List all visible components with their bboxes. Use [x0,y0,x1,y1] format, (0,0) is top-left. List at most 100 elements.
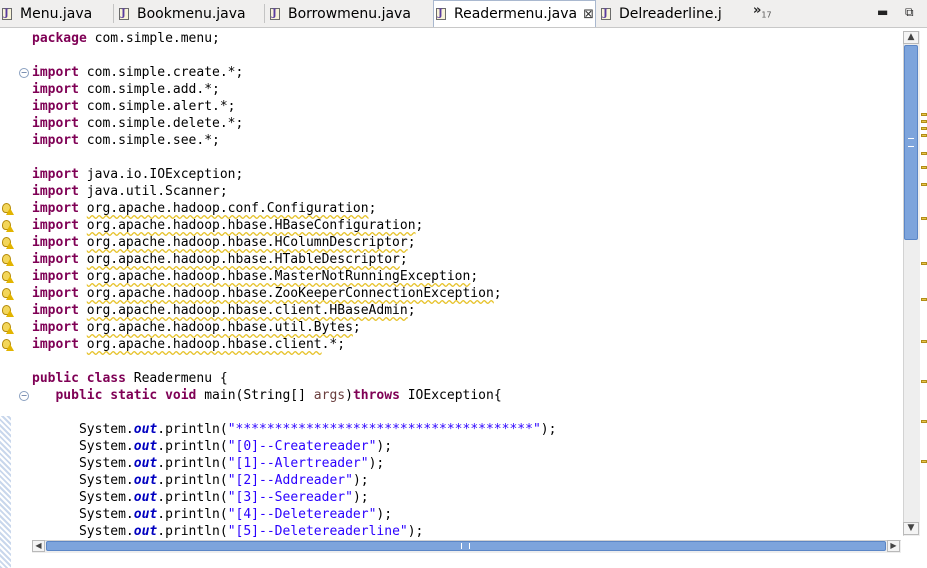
warning-lightbulb-icon[interactable] [1,254,14,266]
warning-marker[interactable] [921,460,927,463]
fold-collapse-icon[interactable]: − [19,68,29,78]
code-text: ); [376,507,393,522]
keyword: import [32,235,79,250]
warning-lightbulb-icon[interactable] [1,322,14,334]
code-editor[interactable]: package com.simple.menu; import com.simp… [32,30,902,540]
tab-delreaderline-java[interactable]: J Delreaderline.j [599,0,749,27]
tab-label: Borrowmenu.java [288,5,411,22]
code-text: java.io.IOException; [78,167,244,182]
grip-icon [908,138,914,147]
code-text: ); [407,524,424,539]
java-file-icon: J [2,7,14,21]
code-line: import org.apache.hadoop.hbase.HColumnDe… [32,234,416,251]
code-text: com.simple.see.*; [78,133,220,148]
code-line: import com.simple.create.*; [32,64,243,81]
code-text: System. [78,439,134,454]
scroll-right-icon[interactable]: ▶ [887,540,900,552]
code-text: System. [78,422,134,437]
warning-marker[interactable] [921,217,927,220]
code-line: import org.apache.hadoop.hbase.client.*; [32,336,345,353]
tab-overflow-button[interactable]: »17 [753,3,772,20]
code-text: .println( [157,422,228,437]
keyword: public [55,388,103,403]
unresolved-import: org.apache.hadoop.hbase.client [86,337,322,352]
close-tab-icon[interactable]: ⊠ [583,7,594,22]
warning-marker[interactable] [921,134,927,137]
warning-lightbulb-icon[interactable] [1,203,14,215]
keyword: class [86,371,126,386]
keyword: void [165,388,197,403]
tab-borrowmenu-java[interactable]: J Borrowmenu.java [268,0,428,27]
warning-marker[interactable] [921,420,927,423]
code-line: import org.apache.hadoop.hbase.HBaseConf… [32,217,423,234]
keyword: import [32,303,79,318]
editor-gutter [0,28,14,568]
tab-menu-java[interactable]: J Menu.java [0,0,111,27]
unresolved-import: org.apache.hadoop.hbase.util.Bytes [86,320,353,335]
overview-ruler[interactable] [920,28,927,540]
keyword: import [32,218,79,233]
code-text: ); [540,422,557,437]
warning-marker[interactable] [921,152,927,155]
keyword: import [32,167,79,182]
scroll-left-icon[interactable]: ◀ [32,540,45,552]
keyword: import [32,133,79,148]
code-line: System.out.println("[3]--Seereader"); [32,489,369,506]
code-line: import java.io.IOException; [32,166,243,183]
warning-lightbulb-icon[interactable] [1,288,14,300]
unresolved-import: org.apache.hadoop.hbase.ZooKeeperConnect… [86,286,494,301]
warning-lightbulb-icon[interactable] [1,271,14,283]
code-line: import org.apache.hadoop.hbase.ZooKeeper… [32,285,502,302]
code-text: com.simple.delete.*; [78,116,244,131]
code-line: import com.simple.add.*; [32,81,220,98]
code-line: import com.simple.see.*; [32,132,220,149]
code-text: ; [470,269,479,284]
string-literal: "[0]--Createreader" [227,439,377,454]
parameter: args [313,388,346,403]
string-literal: "[1]--Alertreader" [227,456,369,471]
minimize-button[interactable]: ▬ [877,5,888,19]
warning-marker[interactable] [921,262,927,265]
code-text: .*; [321,337,346,352]
warning-marker[interactable] [921,298,927,301]
warning-marker[interactable] [921,183,927,186]
static-field: out [133,422,158,437]
unresolved-import: org.apache.hadoop.hbase.client.HBaseAdmi… [86,303,408,318]
warning-marker[interactable] [921,127,927,130]
code-line: System.out.println("[0]--Createreader"); [32,438,392,455]
warning-lightbulb-icon[interactable] [1,237,14,249]
warning-marker[interactable] [921,120,927,123]
code-line: System.out.println("[1]--Alertreader"); [32,455,384,472]
code-text: System. [78,473,134,488]
warning-lightbulb-icon[interactable] [1,305,14,317]
java-file-icon: J [601,7,613,21]
code-text: java.util.Scanner; [78,184,228,199]
tab-bookmenu-java[interactable]: J Bookmenu.java [117,0,262,27]
warning-marker[interactable] [921,340,927,343]
horizontal-scroll-thumb[interactable] [46,541,886,551]
vertical-scroll-thumb[interactable] [904,45,918,240]
restore-button[interactable]: ⧉ [905,5,914,20]
fold-collapse-icon[interactable]: − [19,391,29,401]
code-text: ; [407,235,416,250]
tab-label: Menu.java [20,5,93,22]
unresolved-import: org.apache.hadoop.hbase.HTableDescriptor [86,252,400,267]
string-literal: "[3]--Seereader" [227,490,353,505]
scroll-up-icon[interactable]: ▲ [903,31,919,44]
warning-marker[interactable] [921,380,927,383]
scroll-down-icon[interactable]: ▼ [903,522,919,535]
keyword: import [32,99,79,114]
warning-lightbulb-icon[interactable] [1,339,14,351]
tab-readermenu-java[interactable]: J Readermenu.java ⊠ [433,0,596,27]
code-line: import com.simple.delete.*; [32,115,243,132]
static-field: out [133,456,158,471]
warning-lightbulb-icon[interactable] [1,220,14,232]
code-text: System. [78,507,134,522]
code-line: import org.apache.hadoop.hbase.client.HB… [32,302,416,319]
keyword: import [32,337,79,352]
code-text: .println( [157,456,228,471]
warning-marker[interactable] [921,166,927,169]
warning-marker[interactable] [921,113,927,116]
editor-tab-bar: J Menu.java J Bookmenu.java J Borrowmenu… [0,0,927,28]
keyword: package [32,31,87,46]
